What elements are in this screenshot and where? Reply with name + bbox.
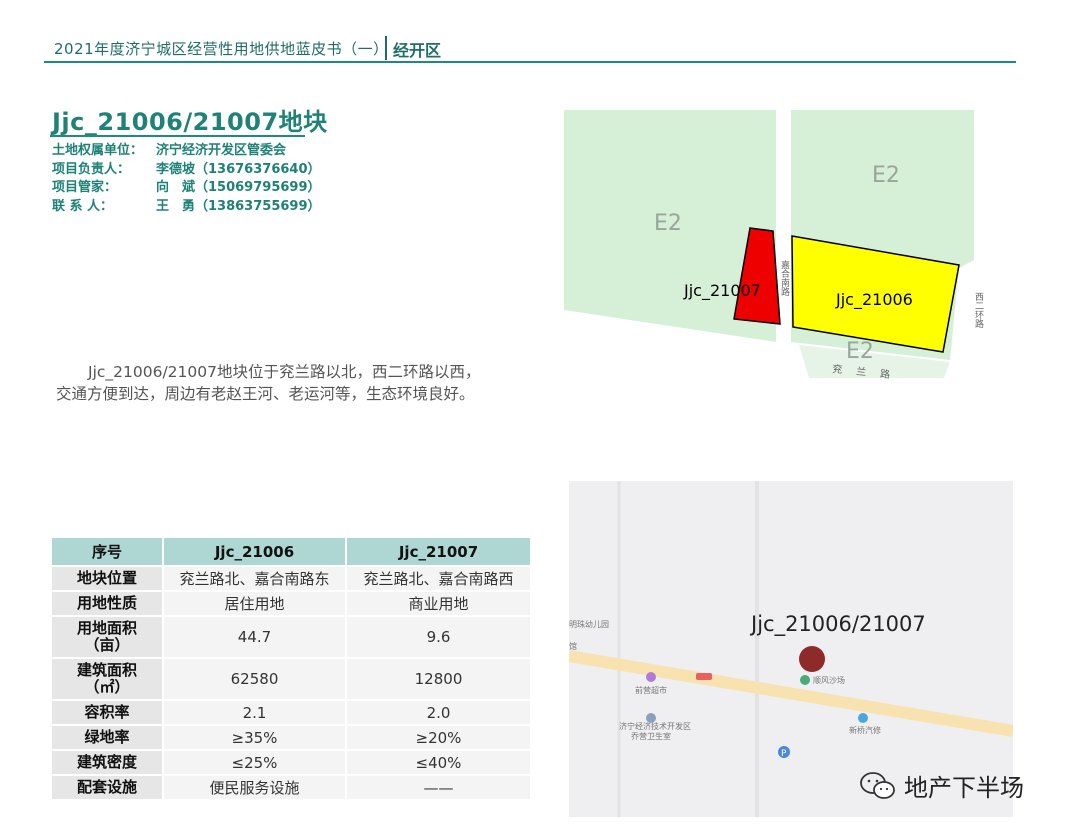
parcel-description: Jjc_21006/21007地块位于兖兰路以北，西二环路以西， 交通方便到达，… <box>56 363 481 403</box>
table-row: 建筑面积 （㎡） 62580 12800 <box>50 657 532 701</box>
header-cell-21006: Jjc_21006 <box>162 536 347 567</box>
row-label: 容积率 <box>50 699 164 726</box>
cell-21006: 便民服务设施 <box>162 774 347 801</box>
contact-info: 土地权属单位： 济宁经济开发区管委会 项目负责人： 李德坡（13676376640）… <box>52 142 321 216</box>
parcel-title: Jjc_21006/21007地块 <box>52 108 328 136</box>
row-label: 建筑面积 （㎡） <box>50 657 164 701</box>
cell-21007: ≤40% <box>345 749 532 776</box>
location-map: 明珠幼儿园 馆 前营超市 济宁经济技术开发区 乔营卫生室 顺风沙场 新桥汽修 P… <box>569 481 1013 817</box>
cell-21007: 兖兰路北、嘉合南路西 <box>345 565 532 592</box>
info-row-steward: 项目管家：向 斌（15069795699） <box>52 180 321 195</box>
table-row: 用地面积 （亩） 44.7 9.6 <box>50 615 532 659</box>
row-label: 绿地率 <box>50 724 164 751</box>
parcel-21006-label: Jjc_21006 <box>835 290 913 310</box>
parcel-title-underline <box>50 135 305 137</box>
poi-sandyard: 顺风沙场 <box>813 676 845 685</box>
location-marker <box>799 646 825 672</box>
cell-21006: 2.1 <box>162 699 347 726</box>
poi-repair: 新桥汽修 <box>849 725 881 735</box>
poi-guan: 馆 <box>569 641 577 651</box>
cell-21006: 44.7 <box>162 615 347 659</box>
table-header-row: 序号 Jjc_21006 Jjc_21007 <box>50 536 532 567</box>
parking-letter: P <box>781 749 787 759</box>
parcel-21007-label: Jjc_21007 <box>683 281 761 301</box>
cell-21007: —— <box>345 774 532 801</box>
cell-21007: 12800 <box>345 657 532 701</box>
info-row-contact: 联 系 人：王 勇（13863755699） <box>52 198 321 214</box>
header-cell-index: 序号 <box>50 536 164 567</box>
table-row: 配套设施 便民服务设施 —— <box>50 774 532 801</box>
table-row: 容积率 2.1 2.0 <box>50 699 532 726</box>
cell-21006: ≥35% <box>162 724 347 751</box>
cell-21007: 9.6 <box>345 615 532 659</box>
cell-21006: 兖兰路北、嘉合南路东 <box>162 565 347 592</box>
cell-21006: 居住用地 <box>162 590 347 617</box>
watermark: 地产下半场 <box>858 768 1024 803</box>
wechat-icon <box>860 771 895 799</box>
row-label: 建筑密度 <box>50 749 164 776</box>
book-title: 2021年度济宁城区经营性用地供地蓝皮书（一） <box>54 40 389 58</box>
row-label: 用地性质 <box>50 590 164 617</box>
row-label: 地块位置 <box>50 565 164 592</box>
cell-21007: 2.0 <box>345 699 532 726</box>
info-row-manager: 项目负责人： 李德坡（13676376640） <box>52 161 321 177</box>
header-cell-21007: Jjc_21007 <box>345 536 532 567</box>
parcel-indicator-table: 序号 Jjc_21006 Jjc_21007 地块位置 兖兰路北、嘉合南路东 兖兰路… <box>50 536 532 801</box>
watermark-text: 地产下半场 <box>904 774 1024 802</box>
header-divider <box>385 36 387 60</box>
header-rule <box>44 61 1016 63</box>
poi-devzone: 济宁经济技术开发区 <box>619 721 691 731</box>
poi-kindergarten: 明珠幼儿园 <box>569 619 609 629</box>
poi-clinic: 乔营卫生室 <box>631 731 671 741</box>
road-label-jiahe: 嘉合南路 <box>779 259 790 297</box>
zone-label-south: E2 <box>846 339 874 364</box>
cell-21007: 商业用地 <box>345 590 532 617</box>
cell-21006: ≤25% <box>162 749 347 776</box>
repair-icon <box>858 713 868 723</box>
planning-map: E2 E2 E2 Jjc_21007 Jjc_21006 嘉合南路 西二环路 兖… <box>564 110 1014 380</box>
page-header: 2021年度济宁城区经营性用地供地蓝皮书（一） 经开区 <box>44 36 1016 64</box>
zone-label-west: E2 <box>654 211 682 236</box>
cell-21007: ≥20% <box>345 724 532 751</box>
table-row: 建筑密度 ≤25% ≤40% <box>50 749 532 776</box>
zone-label-east: E2 <box>872 163 900 188</box>
table-row: 地块位置 兖兰路北、嘉合南路东 兖兰路北、嘉合南路西 <box>50 565 532 592</box>
table-row: 用地性质 居住用地 商业用地 <box>50 590 532 617</box>
district-label: 经开区 <box>393 41 442 60</box>
supermarket-icon <box>646 672 656 682</box>
row-label: 配套设施 <box>50 774 164 801</box>
table-row: 绿地率 ≥35% ≥20% <box>50 724 532 751</box>
row-label: 用地面积 （亩） <box>50 615 164 659</box>
cell-21006: 62580 <box>162 657 347 701</box>
location-label: Jjc_21006/21007 <box>749 612 926 637</box>
info-row-owner: 土地权属单位： 济宁经济开发区管委会 <box>52 143 287 158</box>
poi-supermarket: 前营超市 <box>635 685 667 695</box>
sandyard-icon <box>800 675 810 685</box>
road-label-xierhuan: 西二环路 <box>973 292 984 329</box>
